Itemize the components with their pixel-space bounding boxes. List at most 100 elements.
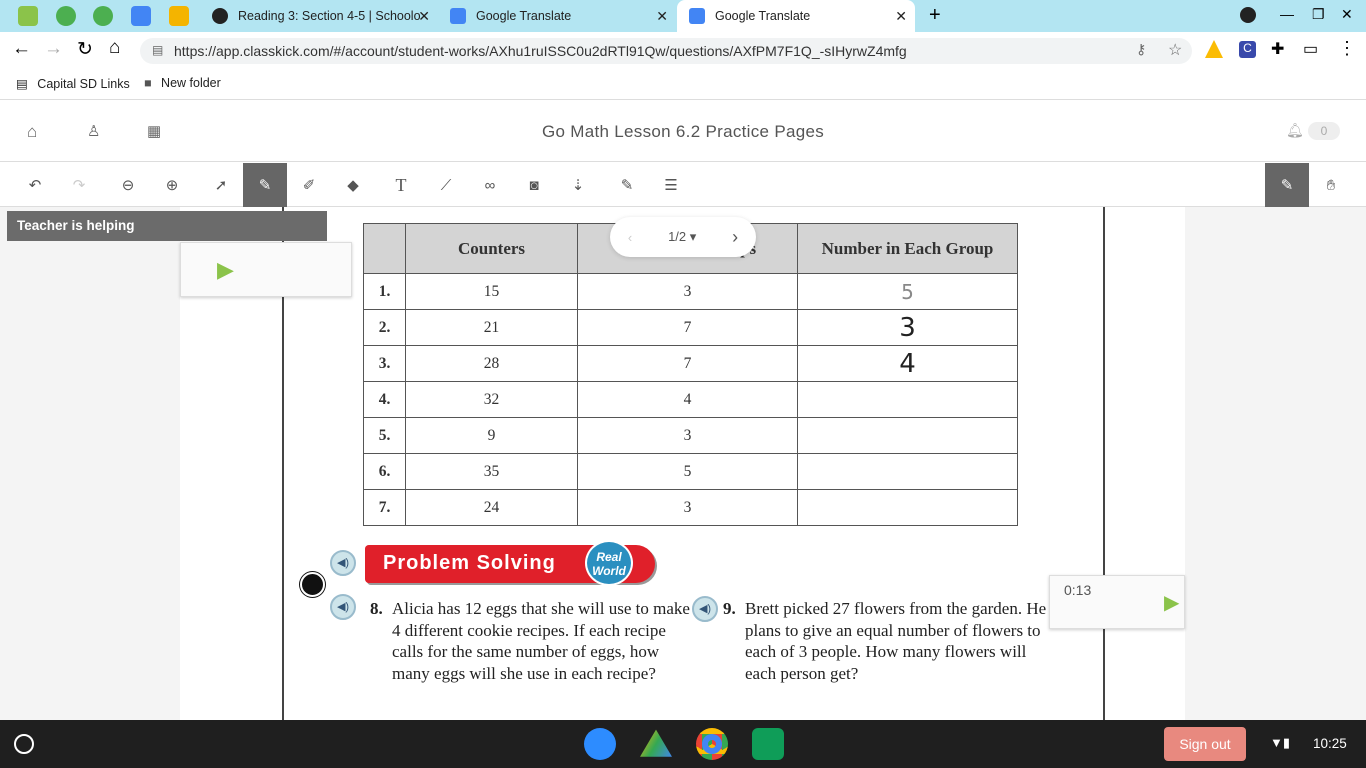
prev-page-icon[interactable]: ‹: [628, 230, 632, 245]
chrome-app-icon[interactable]: [696, 728, 728, 760]
row-number: 4.: [363, 381, 406, 418]
close-icon[interactable]: ✕: [895, 8, 907, 25]
groups-cell: 4: [577, 381, 798, 418]
forward-button[interactable]: →: [44, 38, 63, 60]
menu-icon[interactable]: ⋮: [1338, 38, 1356, 59]
translate-icon: [689, 8, 705, 24]
new-tab-button[interactable]: +: [929, 4, 941, 27]
highlighter-icon[interactable]: ✐: [287, 163, 331, 207]
pen-icon[interactable]: ✎: [243, 163, 287, 207]
page-indicator: 1/2: [668, 229, 687, 244]
eraser-icon[interactable]: ◆: [331, 163, 375, 207]
real-world-badge: Real World: [585, 540, 633, 586]
cast-icon[interactable]: ▭: [1303, 39, 1318, 59]
answer-cell[interactable]: 5: [797, 273, 1018, 310]
key-icon[interactable]: ⚷: [1136, 41, 1146, 58]
taskbar: Sign out ▼▮ 10:25: [0, 720, 1366, 768]
tab-schoology[interactable]: Reading 3: Section 4-5 | Schoolo ✕: [200, 0, 438, 32]
audio-card: ▶: [180, 242, 352, 297]
bookmark-capital-sd-links[interactable]: ▤ Capital SD Links: [16, 76, 130, 91]
question-text: Brett picked 27 flowers from the garden.…: [745, 599, 1047, 683]
home-button[interactable]: ⌂: [109, 37, 120, 59]
redo-icon[interactable]: ↷: [57, 163, 101, 207]
header-each-group: Number in Each Group: [797, 223, 1018, 274]
wifi-icon[interactable]: ▼▮: [1270, 735, 1290, 751]
close-icon[interactable]: ✕: [418, 8, 430, 25]
close-icon[interactable]: ✕: [656, 8, 668, 25]
question-number: 9.: [723, 599, 736, 618]
table-row: 3. 28 7 4: [363, 345, 1018, 382]
toolbar: ↶ ↷ ⊖ ⊕ ➚ ✎ ✐ ◆ T ⟋ ∞ ◙ ⇣ ✎ ☰ ✎ ✋︎: [0, 163, 1366, 207]
pinned-tab-classkick[interactable]: [18, 6, 38, 26]
tab-label: Google Translate: [476, 9, 572, 23]
color-icon[interactable]: ✎: [605, 163, 649, 207]
bookmark-new-folder[interactable]: ■ New folder: [144, 76, 221, 90]
answer-cell[interactable]: 3: [797, 309, 1018, 346]
notification-count[interactable]: 0: [1308, 122, 1340, 140]
calculator-app-icon[interactable]: [752, 728, 784, 760]
extensions-icon[interactable]: ✚: [1271, 39, 1284, 59]
clock[interactable]: 10:25: [1313, 736, 1347, 751]
extension-c-icon[interactable]: C: [1239, 41, 1256, 58]
text-icon[interactable]: T: [379, 163, 423, 207]
speaker-icon[interactable]: ◀): [330, 550, 356, 576]
bookmark-label: New folder: [161, 76, 221, 90]
answer-cell[interactable]: [797, 417, 1018, 454]
zoom-out-icon[interactable]: ⊖: [106, 163, 150, 207]
close-window-button[interactable]: ✕: [1341, 6, 1353, 23]
drive-icon[interactable]: [1205, 40, 1223, 58]
undo-icon[interactable]: ↶: [13, 163, 57, 207]
answer-cell[interactable]: [797, 453, 1018, 490]
url-input[interactable]: https://app.classkick.com/#/account/stud…: [140, 38, 1192, 64]
back-button[interactable]: ←: [12, 38, 31, 60]
play-icon[interactable]: ▶: [1164, 590, 1179, 615]
answer-cell[interactable]: [797, 489, 1018, 526]
page-pager: ‹ 1/2 ▾ ›: [610, 217, 756, 257]
page-select[interactable]: 1/2 ▾: [668, 229, 696, 245]
zoom-app-icon[interactable]: [584, 728, 616, 760]
groups-cell: 5: [577, 453, 798, 490]
row-number: 7.: [363, 489, 406, 526]
camera-icon[interactable]: ◙: [512, 163, 556, 207]
draw-mode-icon[interactable]: ✎: [1265, 163, 1309, 207]
teacher-helping-banner: Teacher is helping: [7, 211, 327, 241]
zoom-in-icon[interactable]: ⊕: [150, 163, 194, 207]
groups-cell: 3: [577, 417, 798, 454]
launcher-icon[interactable]: [14, 734, 34, 754]
groups-cell: 7: [577, 309, 798, 346]
restore-button[interactable]: ❐: [1312, 6, 1325, 23]
pinned-tab-docs[interactable]: [131, 6, 151, 26]
groups-cell: 3: [577, 489, 798, 526]
groups-cell: 7: [577, 345, 798, 382]
division-table: CountersNumber of GroupsNumber in Each G…: [363, 223, 1018, 526]
star-icon[interactable]: ☆: [1168, 40, 1182, 60]
speaker-icon[interactable]: ◀): [330, 594, 356, 620]
tab-search-icon[interactable]: [1240, 7, 1256, 23]
pinned-tab-app[interactable]: [56, 6, 76, 26]
translate-icon: [450, 8, 466, 24]
answer-cell[interactable]: [797, 381, 1018, 418]
counters-cell: 15: [405, 273, 578, 310]
hand-icon[interactable]: ✋︎: [1309, 163, 1353, 207]
pinned-tab-slides[interactable]: [169, 6, 189, 26]
drive-app-icon[interactable]: [640, 729, 672, 757]
workspace[interactable]: CountersNumber of GroupsNumber in Each G…: [0, 207, 1366, 720]
tab-translate-active[interactable]: Google Translate ✕: [677, 0, 915, 32]
pinned-tab-app-2[interactable]: [93, 6, 113, 26]
bell-icon[interactable]: 🔔︎: [1286, 122, 1304, 139]
sign-out-button[interactable]: Sign out: [1164, 727, 1246, 761]
line-icon[interactable]: ⟋: [424, 163, 468, 207]
site-info-icon[interactable]: ▤: [152, 43, 163, 57]
reload-button[interactable]: ↻: [77, 38, 93, 61]
microphone-icon[interactable]: ⇣: [556, 163, 600, 207]
link-icon[interactable]: ∞: [468, 163, 512, 207]
tab-translate[interactable]: Google Translate ✕: [438, 0, 676, 32]
line-weight-icon[interactable]: ☰: [649, 163, 693, 207]
next-page-icon[interactable]: ›: [732, 227, 738, 248]
select-icon[interactable]: ➚: [199, 163, 243, 207]
answer-cell[interactable]: 4: [797, 345, 1018, 382]
play-icon[interactable]: ▶: [217, 257, 234, 283]
header-counters: Counters: [405, 223, 578, 274]
minimize-button[interactable]: —: [1280, 6, 1294, 22]
record-icon[interactable]: [300, 572, 325, 597]
